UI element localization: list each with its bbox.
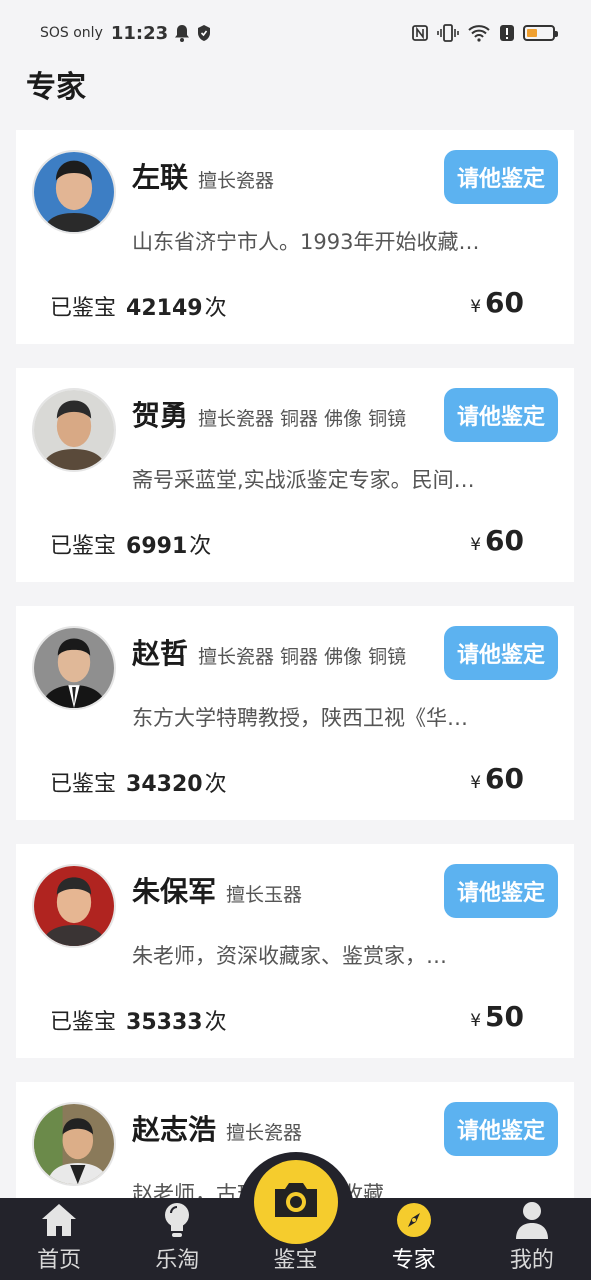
lightbulb-icon xyxy=(157,1200,197,1240)
consult-button[interactable]: 请他鉴定 xyxy=(444,626,558,680)
expert-card[interactable]: 左联 擅长瓷器 请他鉴定 山东省济宁市人。1993年开始收藏… 已鉴宝 4214… xyxy=(16,130,574,344)
shield-icon xyxy=(196,24,212,42)
avatar[interactable] xyxy=(32,864,116,948)
avatar[interactable] xyxy=(32,1102,116,1186)
person-icon xyxy=(512,1200,552,1240)
count-unit: 次 xyxy=(204,1010,227,1035)
count-unit: 次 xyxy=(189,534,212,559)
tab-mine[interactable]: 我的 xyxy=(473,1198,591,1280)
appraisal-count: 6991 xyxy=(126,534,188,559)
tab-letao[interactable]: 乐淘 xyxy=(118,1198,236,1280)
tab-experts[interactable]: 专家 xyxy=(355,1198,473,1280)
expert-specialty: 擅长瓷器 xyxy=(198,170,275,192)
consult-button[interactable]: 请他鉴定 xyxy=(444,150,558,204)
consult-button[interactable]: 请他鉴定 xyxy=(444,1102,558,1156)
expert-card[interactable]: 朱保军 擅长玉器 请他鉴定 朱老师，资深收藏家、鉴赏家，… 已鉴宝 35333 … xyxy=(16,844,574,1058)
count-label: 已鉴宝 xyxy=(50,772,117,797)
count-label: 已鉴宝 xyxy=(50,534,117,559)
avatar[interactable] xyxy=(32,388,116,472)
clock: 11:23 xyxy=(110,22,169,44)
currency-symbol: ¥ xyxy=(470,297,482,317)
home-icon xyxy=(39,1200,79,1240)
battery-icon xyxy=(523,25,558,41)
expert-card[interactable]: 贺勇 擅长瓷器 铜器 佛像 铜镜 请他鉴定 斋号采蓝堂,实战派鉴定专家。民间… … xyxy=(16,368,574,582)
tab-label: 专家 xyxy=(391,1248,436,1273)
alert-icon xyxy=(499,24,515,42)
count-unit: 次 xyxy=(204,772,227,797)
consult-button[interactable]: 请他鉴定 xyxy=(444,388,558,442)
status-bar: SOS only 11:23 xyxy=(0,0,591,66)
wifi-icon xyxy=(467,24,491,42)
expert-name: 贺勇 xyxy=(132,399,189,432)
consult-button[interactable]: 请他鉴定 xyxy=(444,864,558,918)
appraisal-count: 35333 xyxy=(126,1010,203,1035)
expert-bio: 山东省济宁市人。1993年开始收藏… xyxy=(132,230,480,254)
avatar[interactable] xyxy=(32,626,116,710)
currency-symbol: ¥ xyxy=(470,773,482,793)
count-label: 已鉴宝 xyxy=(50,1010,117,1035)
expert-name: 左联 xyxy=(132,161,189,194)
camera-button[interactable] xyxy=(254,1160,338,1244)
appraisal-count: 34320 xyxy=(126,772,203,797)
avatar[interactable] xyxy=(32,150,116,234)
appraisal-count: 42149 xyxy=(126,296,203,321)
expert-name: 赵志浩 xyxy=(132,1113,217,1146)
battery-level xyxy=(527,29,537,37)
carrier-text: SOS only xyxy=(40,25,103,41)
expert-name: 朱保军 xyxy=(132,875,217,908)
currency-symbol: ¥ xyxy=(470,1011,482,1031)
price-value: 60 xyxy=(485,524,524,557)
page-title: 专家 xyxy=(26,70,86,105)
price-value: 60 xyxy=(485,286,524,319)
compass-icon xyxy=(394,1200,434,1240)
expert-card[interactable]: 赵哲 擅长瓷器 铜器 佛像 铜镜 请他鉴定 东方大学特聘教授，陕西卫视《华… 已… xyxy=(16,606,574,820)
expert-bio: 朱老师，资深收藏家、鉴赏家，… xyxy=(132,944,447,968)
price-value: 50 xyxy=(485,1000,524,1033)
expert-specialty: 擅长玉器 xyxy=(226,884,303,906)
vibrate-icon xyxy=(437,24,459,42)
count-label: 已鉴宝 xyxy=(50,296,117,321)
tab-home[interactable]: 首页 xyxy=(0,1198,118,1280)
tab-label: 鉴宝 xyxy=(273,1248,318,1273)
tab-label: 我的 xyxy=(509,1248,554,1273)
expert-specialty: 擅长瓷器 铜器 佛像 铜镜 xyxy=(198,408,407,430)
expert-specialty: 擅长瓷器 xyxy=(226,1122,303,1144)
tab-label: 首页 xyxy=(37,1248,82,1273)
expert-name: 赵哲 xyxy=(132,637,189,670)
expert-bio: 斋号采蓝堂,实战派鉴定专家。民间… xyxy=(132,468,475,492)
camera-icon xyxy=(271,1179,321,1225)
price-value: 60 xyxy=(485,762,524,795)
currency-symbol: ¥ xyxy=(470,535,482,555)
expert-bio: 东方大学特聘教授，陕西卫视《华… xyxy=(132,706,468,730)
tab-label: 乐淘 xyxy=(155,1248,200,1273)
count-unit: 次 xyxy=(204,296,227,321)
expert-specialty: 擅长瓷器 铜器 佛像 铜镜 xyxy=(198,646,407,668)
bell-icon xyxy=(174,24,190,42)
nfc-icon xyxy=(411,24,429,42)
